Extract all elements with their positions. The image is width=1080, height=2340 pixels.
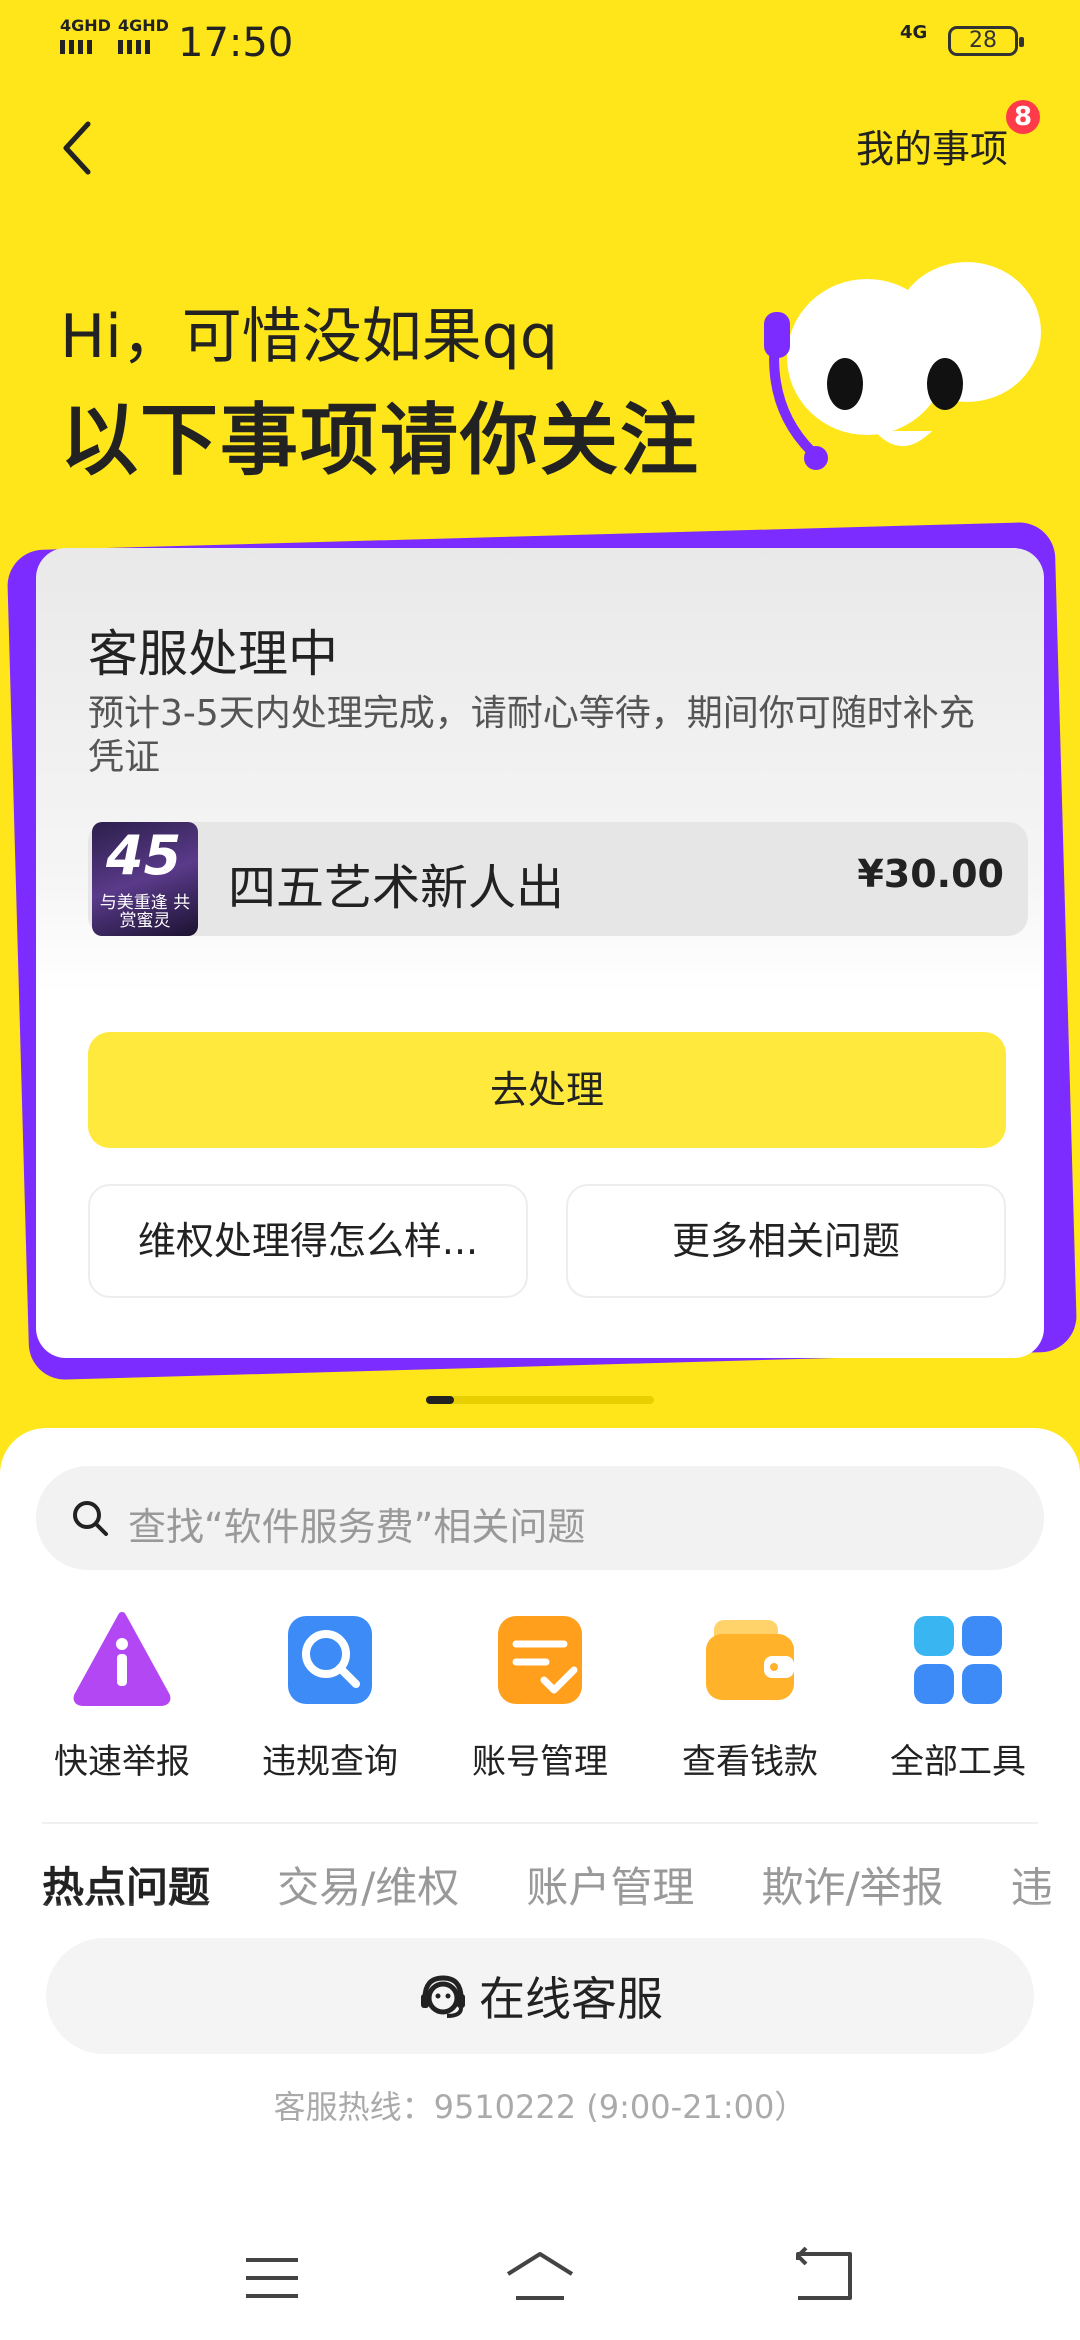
tool-quick-report[interactable]: 快速举报 <box>42 1610 202 1783</box>
headset-icon <box>421 1975 465 2018</box>
grid-icon <box>914 1616 1002 1704</box>
account-manage-icon <box>498 1616 582 1704</box>
tab-fraud-report[interactable]: 欺诈/举报 <box>761 1854 943 1906</box>
network-indicator-2: 4GHD <box>118 18 169 54</box>
card-description: 预计3-5天内处理完成，请耐心等待，期间你可随时补充凭证 <box>88 693 975 778</box>
report-icon <box>73 1612 171 1706</box>
carousel-indicator-active <box>426 1396 454 1404</box>
status-time: 17:50 <box>178 20 294 66</box>
product-price: ¥30.00 <box>857 852 1004 896</box>
online-service-label: 在线客服 <box>479 1972 663 2026</box>
online-service-button[interactable]: 在线客服 <box>46 1938 1034 2054</box>
thumb-number: 45 <box>106 824 182 887</box>
network-indicator-1: 4GHD <box>60 18 111 54</box>
thumb-caption: 与美重逢 共赏蜜灵 <box>99 893 191 931</box>
tool-all-tools[interactable]: 全部工具 <box>878 1610 1038 1783</box>
tabs-fade <box>0 1902 1080 1922</box>
my-matters-link[interactable]: 我的事项 <box>856 118 1008 173</box>
tab-account-manage[interactable]: 账户管理 <box>526 1854 694 1906</box>
matters-badge: 8 <box>1006 100 1040 134</box>
carousel-indicator <box>426 1396 654 1404</box>
wallet-icon <box>706 1620 794 1700</box>
tool-label: 查看钱款 <box>682 1742 818 1782</box>
menu-icon[interactable] <box>232 2238 312 2318</box>
search-violation-icon <box>288 1616 372 1704</box>
back-nav-icon[interactable] <box>784 2238 864 2318</box>
product-name: 四五艺术新人出 <box>228 860 565 916</box>
matter-card: 客服处理中 预计3-5天内处理完成，请耐心等待，期间你可随时补充凭证 45 与美… <box>36 548 1044 1358</box>
product-row[interactable]: 45 与美重逢 共赏蜜灵 四五艺术新人出 ¥30.00 <box>88 822 1028 936</box>
tool-violation-check[interactable]: 违规查询 <box>250 1610 410 1783</box>
rights-progress-button[interactable]: 维权处理得怎么样... <box>88 1184 528 1298</box>
tab-trade-rights[interactable]: 交易/维权 <box>277 1854 459 1906</box>
network-type-label: 4G <box>900 22 928 43</box>
battery-icon: 28 <box>948 26 1024 56</box>
handle-button[interactable]: 去处理 <box>88 1032 1006 1148</box>
tool-label: 快速举报 <box>54 1742 190 1782</box>
page-headline: 以下事项请你关注 <box>60 396 701 486</box>
tool-label: 违规查询 <box>262 1742 398 1782</box>
back-arrow-icon[interactable] <box>58 118 98 178</box>
tool-label: 全部工具 <box>890 1742 1026 1782</box>
more-questions-button[interactable]: 更多相关问题 <box>566 1184 1006 1298</box>
product-thumbnail: 45 与美重逢 共赏蜜灵 <box>92 822 198 936</box>
tool-view-funds[interactable]: 查看钱款 <box>670 1610 830 1783</box>
question-tabs: 热点问题 交易/维权 账户管理 欺诈/举报 违 <box>42 1854 1080 1906</box>
search-icon <box>73 1501 108 1536</box>
search-bar[interactable]: 查找“软件服务费”相关问题 <box>36 1466 1044 1570</box>
card-title: 客服处理中 <box>88 625 338 683</box>
search-placeholder: 查找“软件服务费”相关问题 <box>128 1505 586 1549</box>
status-bar: 4GHD 4GHD 17:50 4G 28 <box>0 0 1080 80</box>
hotline-text: 客服热线：9510222 (9:00-21:00） <box>273 2088 807 2126</box>
tool-account-manage[interactable]: 账号管理 <box>460 1610 620 1783</box>
tab-violation[interactable]: 违 <box>1011 1854 1053 1906</box>
tool-label: 账号管理 <box>472 1742 608 1782</box>
mascot-icon <box>764 262 1041 470</box>
home-icon[interactable] <box>500 2238 580 2318</box>
tab-hot-questions[interactable]: 热点问题 <box>42 1854 210 1906</box>
section-divider <box>42 1822 1038 1824</box>
greeting-text: Hi，可惜没如果qq <box>60 302 558 372</box>
battery-level: 28 <box>969 28 997 53</box>
